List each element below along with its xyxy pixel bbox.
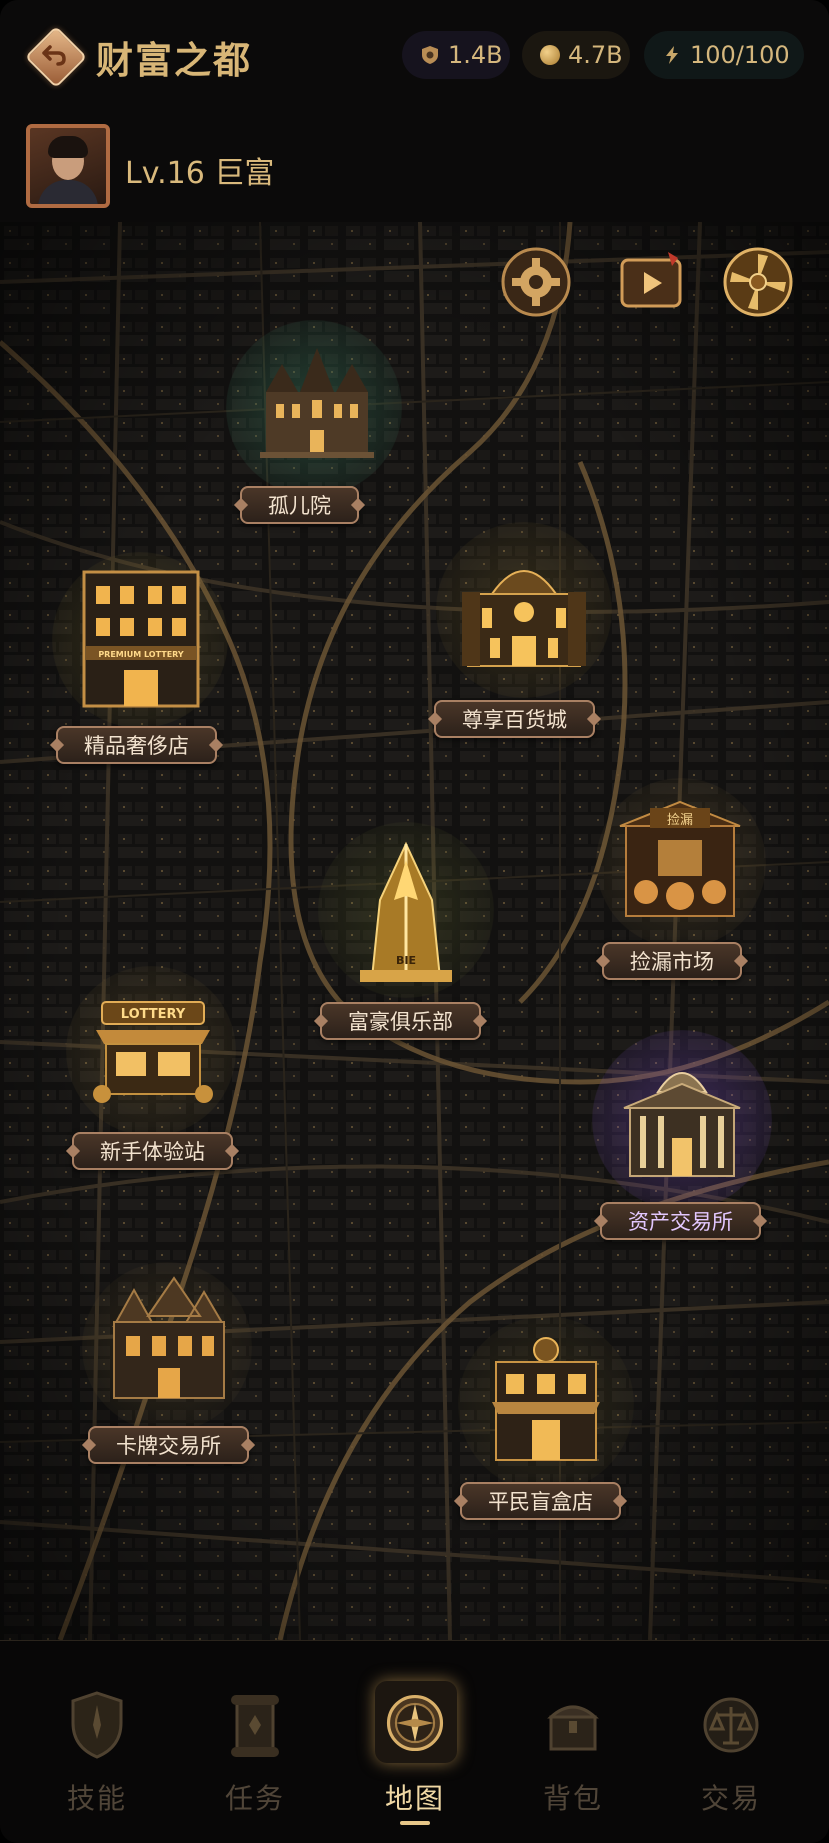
video-icon bbox=[620, 252, 682, 308]
tab-trade-label: 交易 bbox=[700, 1782, 761, 1815]
bargain-market-sign: 捡漏 bbox=[667, 812, 693, 828]
coin-icon bbox=[540, 45, 560, 65]
back-button[interactable] bbox=[24, 25, 88, 89]
luxury-shop-sign: PREMIUM LOTTERY bbox=[98, 650, 184, 659]
lightning-icon bbox=[666, 46, 678, 64]
player-level: Lv.16 巨富 bbox=[125, 156, 275, 191]
shield-currency-badge[interactable]: 1.4B bbox=[402, 31, 510, 79]
rich-club-sign: BIE bbox=[396, 954, 416, 967]
tab-backpack[interactable]: 背包 bbox=[518, 1681, 628, 1831]
coin-currency-value: 4.7B bbox=[568, 41, 623, 69]
scales-icon bbox=[703, 1697, 759, 1753]
settings-button[interactable] bbox=[500, 246, 572, 318]
building-label-luxury-shop[interactable]: 精品奢侈店 bbox=[56, 726, 217, 764]
blind-box-shop-building[interactable] bbox=[488, 1336, 604, 1466]
app-screen: 财富之都 1.4B 4.7B 100/100 Lv.16 巨富 孤儿院 PREM… bbox=[0, 0, 829, 1843]
building-label-orphanage[interactable]: 孤儿院 bbox=[240, 486, 359, 524]
shield-skill-icon bbox=[71, 1691, 123, 1759]
building-label-blind-box-shop[interactable]: 平民盲盒店 bbox=[460, 1482, 621, 1520]
card-exchange-building[interactable] bbox=[104, 1276, 232, 1406]
energy-badge[interactable]: 100/100 bbox=[644, 31, 804, 79]
active-tab-indicator bbox=[400, 1821, 430, 1825]
tab-map[interactable]: 地图 bbox=[360, 1681, 470, 1831]
newbie-station-sign: LOTTERY bbox=[121, 1007, 186, 1022]
header-bar: 财富之都 1.4B 4.7B 100/100 bbox=[0, 0, 829, 111]
avatar[interactable] bbox=[26, 124, 110, 208]
tab-trade[interactable]: 交易 bbox=[676, 1681, 786, 1831]
bottom-navigation: 技能 任务 地图 背包 交易 bbox=[0, 1640, 829, 1843]
building-label-rich-club[interactable]: 富豪俱乐部 bbox=[320, 1002, 481, 1040]
bargain-market-building[interactable]: 捡漏 bbox=[614, 796, 746, 922]
wheel-icon bbox=[723, 247, 793, 317]
chest-icon bbox=[547, 1705, 599, 1751]
orphanage-building[interactable] bbox=[252, 342, 382, 462]
luxury-shop-building[interactable]: PREMIUM LOTTERY bbox=[78, 562, 204, 712]
page-title: 财富之都 bbox=[96, 39, 252, 82]
gear-icon bbox=[501, 247, 571, 317]
department-store-building[interactable] bbox=[452, 544, 596, 674]
tab-skills-label: 技能 bbox=[66, 1782, 127, 1815]
shield-icon bbox=[422, 46, 438, 64]
city-map[interactable]: 孤儿院 PREMIUM LOTTERY 精品奢侈店 尊享百货城 捡漏 捡漏市场 … bbox=[0, 222, 829, 1640]
energy-value: 100/100 bbox=[690, 41, 790, 69]
asset-exchange-building[interactable] bbox=[614, 1048, 750, 1184]
player-profile: Lv.16 巨富 bbox=[0, 110, 829, 222]
rich-club-building[interactable]: BIE bbox=[346, 840, 466, 990]
tab-tasks-label: 任务 bbox=[224, 1782, 285, 1815]
building-label-department-store[interactable]: 尊享百货城 bbox=[434, 700, 595, 738]
video-ad-button[interactable] bbox=[616, 246, 688, 318]
building-label-card-exchange[interactable]: 卡牌交易所 bbox=[88, 1426, 249, 1464]
newbie-station-building[interactable]: LOTTERY bbox=[88, 982, 218, 1106]
building-label-newbie-station[interactable]: 新手体验站 bbox=[72, 1132, 233, 1170]
coin-currency-badge[interactable]: 4.7B bbox=[522, 31, 630, 79]
tab-map-label: 地图 bbox=[384, 1782, 445, 1815]
lucky-wheel-button[interactable] bbox=[722, 246, 794, 318]
tab-skills[interactable]: 技能 bbox=[42, 1681, 152, 1831]
building-label-bargain-market[interactable]: 捡漏市场 bbox=[602, 942, 742, 980]
shield-currency-value: 1.4B bbox=[448, 41, 503, 69]
tab-tasks[interactable]: 任务 bbox=[200, 1681, 310, 1831]
back-arrow-icon bbox=[42, 45, 66, 66]
scroll-icon bbox=[231, 1695, 279, 1757]
building-label-asset-exchange[interactable]: 资产交易所 bbox=[600, 1202, 761, 1240]
tab-backpack-label: 背包 bbox=[542, 1782, 603, 1815]
compass-icon bbox=[386, 1694, 444, 1752]
